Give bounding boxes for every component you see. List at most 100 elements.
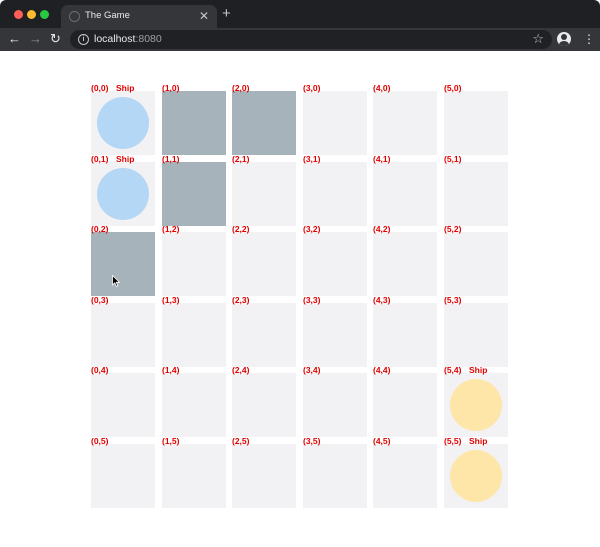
mouse-pointer-icon [112,275,120,287]
ship-label: Ship [116,154,135,164]
cell-coordinate-label: (0,1) [91,154,109,164]
ship-marker[interactable] [97,97,149,149]
cell-coordinate-label: (1,2) [162,224,180,234]
grid-cell-1-5[interactable] [162,444,226,508]
ship-label: Ship [469,436,488,446]
grid-cell-0-4[interactable] [91,373,155,437]
grid-cell-3-0[interactable] [303,91,367,155]
cell-coordinate-label: (5,4) [444,365,462,375]
address-bar[interactable]: i localhost:8080 ☆ [70,30,552,49]
grid-cell-4-0[interactable] [373,91,437,155]
browser-toolbar: ← → ↻ i localhost:8080 ☆ ⋮ [0,28,600,51]
close-window-button[interactable] [14,10,23,19]
url-host: localhost [94,33,136,45]
cell-coordinate-label: (3,5) [303,436,321,446]
browser-tab[interactable]: The Game ✕ [61,5,217,28]
ship-label: Ship [469,365,488,375]
cell-coordinate-label: (4,0) [373,83,391,93]
reload-icon[interactable]: ↻ [50,31,61,47]
grid-cell-4-1[interactable] [373,162,437,226]
grid-cell-2-5[interactable] [232,444,296,508]
cell-coordinate-label: (0,4) [91,365,109,375]
ship-label: Ship [116,83,135,93]
page-viewport: (0,0) Ship (1,0) (2,0) (3,0) (4,0) (5,0) (0,1) S… [0,51,600,547]
cell-coordinate-label: (4,4) [373,365,391,375]
grid-cell-2-3[interactable] [232,303,296,367]
cell-coordinate-label: (2,1) [232,154,250,164]
grid-cell-3-4[interactable] [303,373,367,437]
cell-coordinate-label: (4,2) [373,224,391,234]
grid-cell-5-0[interactable] [444,91,508,155]
cell-coordinate-label: (4,1) [373,154,391,164]
grid-cell-4-5[interactable] [373,444,437,508]
maximize-window-button[interactable] [40,10,49,19]
cell-coordinate-label: (3,1) [303,154,321,164]
grid-cell-5-1[interactable] [444,162,508,226]
cell-coordinate-label: (0,5) [91,436,109,446]
cell-coordinate-label: (4,5) [373,436,391,446]
cell-coordinate-label: (5,5) [444,436,462,446]
grid-cell-0-3[interactable] [91,303,155,367]
grid-cell-4-4[interactable] [373,373,437,437]
grid-cell-0-2[interactable] [91,232,155,296]
cell-coordinate-label: (1,4) [162,365,180,375]
grid-cell-2-1[interactable] [232,162,296,226]
grid-cell-5-2[interactable] [444,232,508,296]
cell-coordinate-label: (2,0) [232,83,250,93]
globe-icon [69,11,80,22]
minimize-window-button[interactable] [27,10,36,19]
cell-coordinate-label: (3,0) [303,83,321,93]
cell-coordinate-label: (4,3) [373,295,391,305]
grid-cell-1-1[interactable] [162,162,226,226]
cell-coordinate-label: (0,0) [91,83,109,93]
cell-coordinate-label: (2,4) [232,365,250,375]
cell-coordinate-label: (3,3) [303,295,321,305]
ship-marker[interactable] [97,168,149,220]
grid-cell-3-5[interactable] [303,444,367,508]
grid-cell-1-0[interactable] [162,91,226,155]
cell-coordinate-label: (0,3) [91,295,109,305]
grid-cell-1-2[interactable] [162,232,226,296]
cell-coordinate-label: (2,3) [232,295,250,305]
forward-arrow-icon[interactable]: → [29,31,42,47]
tab-title: The Game [85,10,130,21]
profile-avatar-icon[interactable] [557,32,571,46]
grid-cell-4-2[interactable] [373,232,437,296]
ship-marker[interactable] [450,450,502,502]
close-icon[interactable]: ✕ [199,9,209,23]
grid-cell-1-4[interactable] [162,373,226,437]
url-text[interactable]: localhost:8080 [94,33,162,46]
cell-coordinate-label: (1,0) [162,83,180,93]
url-port: :8080 [135,33,162,45]
ship-marker[interactable] [450,379,502,431]
bookmark-star-icon[interactable]: ☆ [532,31,544,47]
grid-cell-2-0[interactable] [232,91,296,155]
cell-coordinate-label: (2,2) [232,224,250,234]
grid-cell-5-3[interactable] [444,303,508,367]
cell-coordinate-label: (1,1) [162,154,180,164]
grid-cell-3-2[interactable] [303,232,367,296]
cell-coordinate-label: (3,4) [303,365,321,375]
grid-cell-1-3[interactable] [162,303,226,367]
cell-coordinate-label: (5,3) [444,295,462,305]
cell-coordinate-label: (5,2) [444,224,462,234]
new-tab-button[interactable]: + [222,6,231,22]
grid-cell-3-1[interactable] [303,162,367,226]
grid-cell-3-3[interactable] [303,303,367,367]
cell-coordinate-label: (2,5) [232,436,250,446]
more-menu-icon[interactable]: ⋮ [583,31,595,47]
info-icon[interactable]: i [78,34,89,45]
browser-window: The Game ✕ + ← → ↻ i localhost:8080 ☆ ⋮ … [0,0,600,547]
cell-coordinate-label: (0,2) [91,224,109,234]
title-bar: The Game ✕ + [0,0,600,28]
back-arrow-icon[interactable]: ← [8,31,21,47]
grid-cell-4-3[interactable] [373,303,437,367]
cell-coordinate-label: (3,2) [303,224,321,234]
cell-coordinate-label: (1,5) [162,436,180,446]
cell-coordinate-label: (1,3) [162,295,180,305]
cell-coordinate-label: (5,1) [444,154,462,164]
grid-cell-2-4[interactable] [232,373,296,437]
grid-cell-0-5[interactable] [91,444,155,508]
cell-coordinate-label: (5,0) [444,83,462,93]
grid-cell-2-2[interactable] [232,232,296,296]
